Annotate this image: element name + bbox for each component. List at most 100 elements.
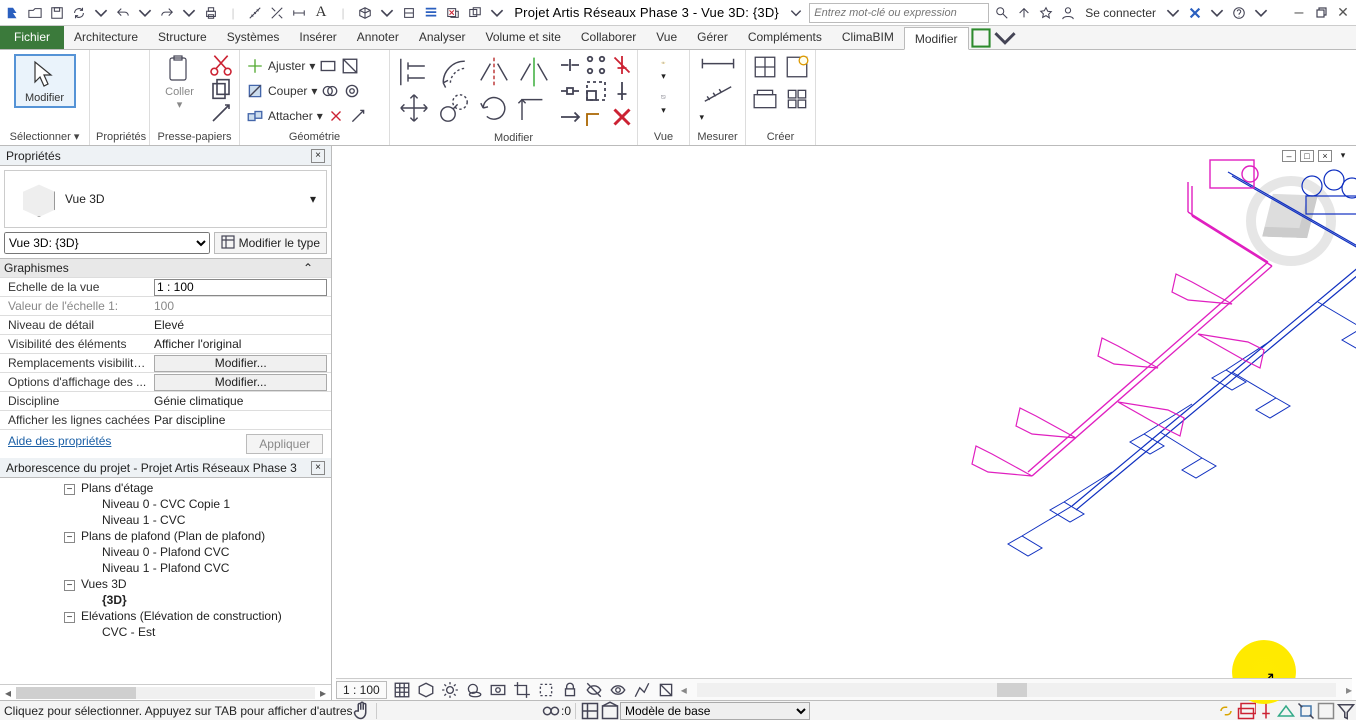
offset-button[interactable] (436, 54, 472, 90)
chevron-down-icon[interactable]: ▾ (74, 131, 80, 143)
crop-visible-icon[interactable] (537, 681, 555, 699)
geom-a1-icon[interactable] (319, 57, 337, 75)
geom-a2-icon[interactable] (341, 57, 359, 75)
detail-level-value[interactable]: Elevé (150, 318, 331, 332)
geom-c1-icon[interactable] (327, 107, 345, 125)
geom-b2-icon[interactable] (343, 82, 361, 100)
select-underlay-icon[interactable] (1236, 702, 1256, 720)
dropdown-icon[interactable] (1164, 4, 1182, 22)
detail-level-icon[interactable] (393, 681, 411, 699)
sync-icon[interactable] (70, 4, 88, 22)
scroll-right-icon[interactable]: ▸ (315, 686, 331, 700)
aligned-dim-icon[interactable] (700, 54, 736, 76)
sun-path-icon[interactable] (441, 681, 459, 699)
trim-button[interactable] (516, 90, 552, 126)
dropdown-icon[interactable] (378, 4, 396, 22)
lock3d-icon[interactable] (561, 681, 579, 699)
scroll-thumb[interactable] (16, 687, 136, 699)
tab-extra-icon[interactable] (969, 26, 993, 49)
help-icon[interactable] (1230, 4, 1248, 22)
analytical-icon[interactable] (633, 681, 651, 699)
align-button[interactable] (396, 54, 432, 90)
redo-icon[interactable] (158, 4, 176, 22)
switch-windows-icon[interactable] (466, 4, 484, 22)
dropdown-icon[interactable] (1252, 4, 1270, 22)
view-scale-button[interactable]: 1 : 100 (336, 681, 387, 699)
dimension-icon[interactable] (290, 4, 308, 22)
apply-button[interactable]: Appliquer (246, 434, 323, 454)
save-icon[interactable] (48, 4, 66, 22)
view-scale-input[interactable] (154, 279, 327, 296)
tab-view[interactable]: Vue (646, 26, 687, 49)
align-icon[interactable] (268, 4, 286, 22)
hidden-lines-value[interactable]: Par discipline (150, 413, 331, 427)
delete-icon[interactable] (610, 106, 634, 128)
tab-mass[interactable]: Volume et site (476, 26, 571, 49)
tab-more-icon[interactable] (993, 26, 1017, 49)
geom-c2-icon[interactable] (349, 107, 367, 125)
sign-in-link[interactable]: Se connecter (1081, 6, 1160, 20)
tab-climabim[interactable]: ClimaBIM (832, 26, 904, 49)
3d-view-icon[interactable] (356, 4, 374, 22)
canvas-hscroll[interactable] (697, 683, 1336, 697)
tree-plans-etage[interactable]: Plans d'étage (81, 481, 153, 495)
text-icon[interactable]: A (312, 4, 330, 22)
info-arrow-icon[interactable] (787, 4, 805, 22)
discipline-value[interactable]: Génie climatique (150, 394, 331, 408)
rotate-button[interactable] (476, 90, 512, 126)
tree-elevations[interactable]: Elévations (Elévation de construction) (81, 609, 282, 623)
tree-vues3d[interactable]: Vues 3D (81, 577, 127, 591)
tree-leaf[interactable]: Niveau 0 - CVC Copie 1 (24, 496, 331, 512)
create-similar-icon[interactable] (784, 54, 810, 80)
favorite-icon[interactable] (1037, 4, 1055, 22)
cope-button[interactable]: Ajuster▾ (246, 54, 359, 78)
tab-systems[interactable]: Systèmes (217, 26, 290, 49)
select-links-icon[interactable] (1216, 702, 1236, 720)
properties-help-link[interactable]: Aide des propriétés (8, 434, 111, 454)
assembly-icon[interactable] (784, 86, 810, 112)
mirror-axis-button[interactable] (476, 54, 512, 90)
dropdown-icon[interactable] (488, 4, 506, 22)
scroll-right-icon[interactable]: ▸ (1346, 683, 1352, 697)
section-icon[interactable] (400, 4, 418, 22)
tree-leaf[interactable]: Niveau 1 - Plafond CVC (24, 560, 331, 576)
open-icon[interactable] (26, 4, 44, 22)
dropdown-icon[interactable] (92, 4, 110, 22)
filter-icon[interactable] (1336, 702, 1356, 720)
unpin-icon[interactable] (610, 54, 634, 76)
undo-icon[interactable] (114, 4, 132, 22)
paste-button[interactable]: Coller ▾ (157, 54, 203, 111)
copy-move-button[interactable] (436, 90, 472, 126)
main-model-icon[interactable] (600, 702, 620, 720)
pin-icon[interactable] (610, 80, 634, 102)
workset-icon[interactable] (541, 702, 561, 720)
vg-override-button[interactable]: Modifier... (154, 355, 327, 372)
edit-type-button[interactable]: Modifier le type (214, 232, 327, 254)
join-button[interactable]: Attacher▾ (246, 104, 367, 128)
tree-collapse-icon[interactable]: − (64, 580, 75, 591)
override-icon[interactable]: ▾ (661, 88, 666, 116)
measure-tool-icon[interactable]: ▾ (700, 82, 736, 123)
thin-lines-icon[interactable] (422, 4, 440, 22)
select-face-icon[interactable] (1276, 702, 1296, 720)
scroll-left-icon[interactable]: ◂ (681, 683, 687, 697)
split-gap-icon[interactable] (558, 80, 582, 102)
tree-leaf[interactable]: CVC - Est (24, 624, 331, 640)
background-icon[interactable] (1316, 702, 1336, 720)
display-options-button[interactable]: Modifier... (154, 374, 327, 391)
restore-icon[interactable] (1312, 4, 1330, 22)
tree-plans-plafond[interactable]: Plans de plafond (Plan de plafond) (81, 529, 265, 543)
tab-collaborate[interactable]: Collaborer (571, 26, 646, 49)
crop-icon[interactable] (513, 681, 531, 699)
type-selector[interactable]: Vue 3D ▾ (4, 170, 327, 228)
cut-geom-button[interactable]: Couper▾ (246, 79, 361, 103)
group-graphics-header[interactable]: Graphismes (0, 261, 69, 275)
split-icon[interactable] (558, 54, 582, 76)
tab-architecture[interactable]: Architecture (64, 26, 148, 49)
status-hand-icon[interactable] (352, 702, 372, 720)
browser-close-icon[interactable]: × (311, 461, 325, 475)
tab-structure[interactable]: Structure (148, 26, 217, 49)
corner-icon[interactable] (584, 106, 608, 128)
temphide-icon[interactable] (585, 681, 603, 699)
select-pinned-icon[interactable] (1256, 702, 1276, 720)
